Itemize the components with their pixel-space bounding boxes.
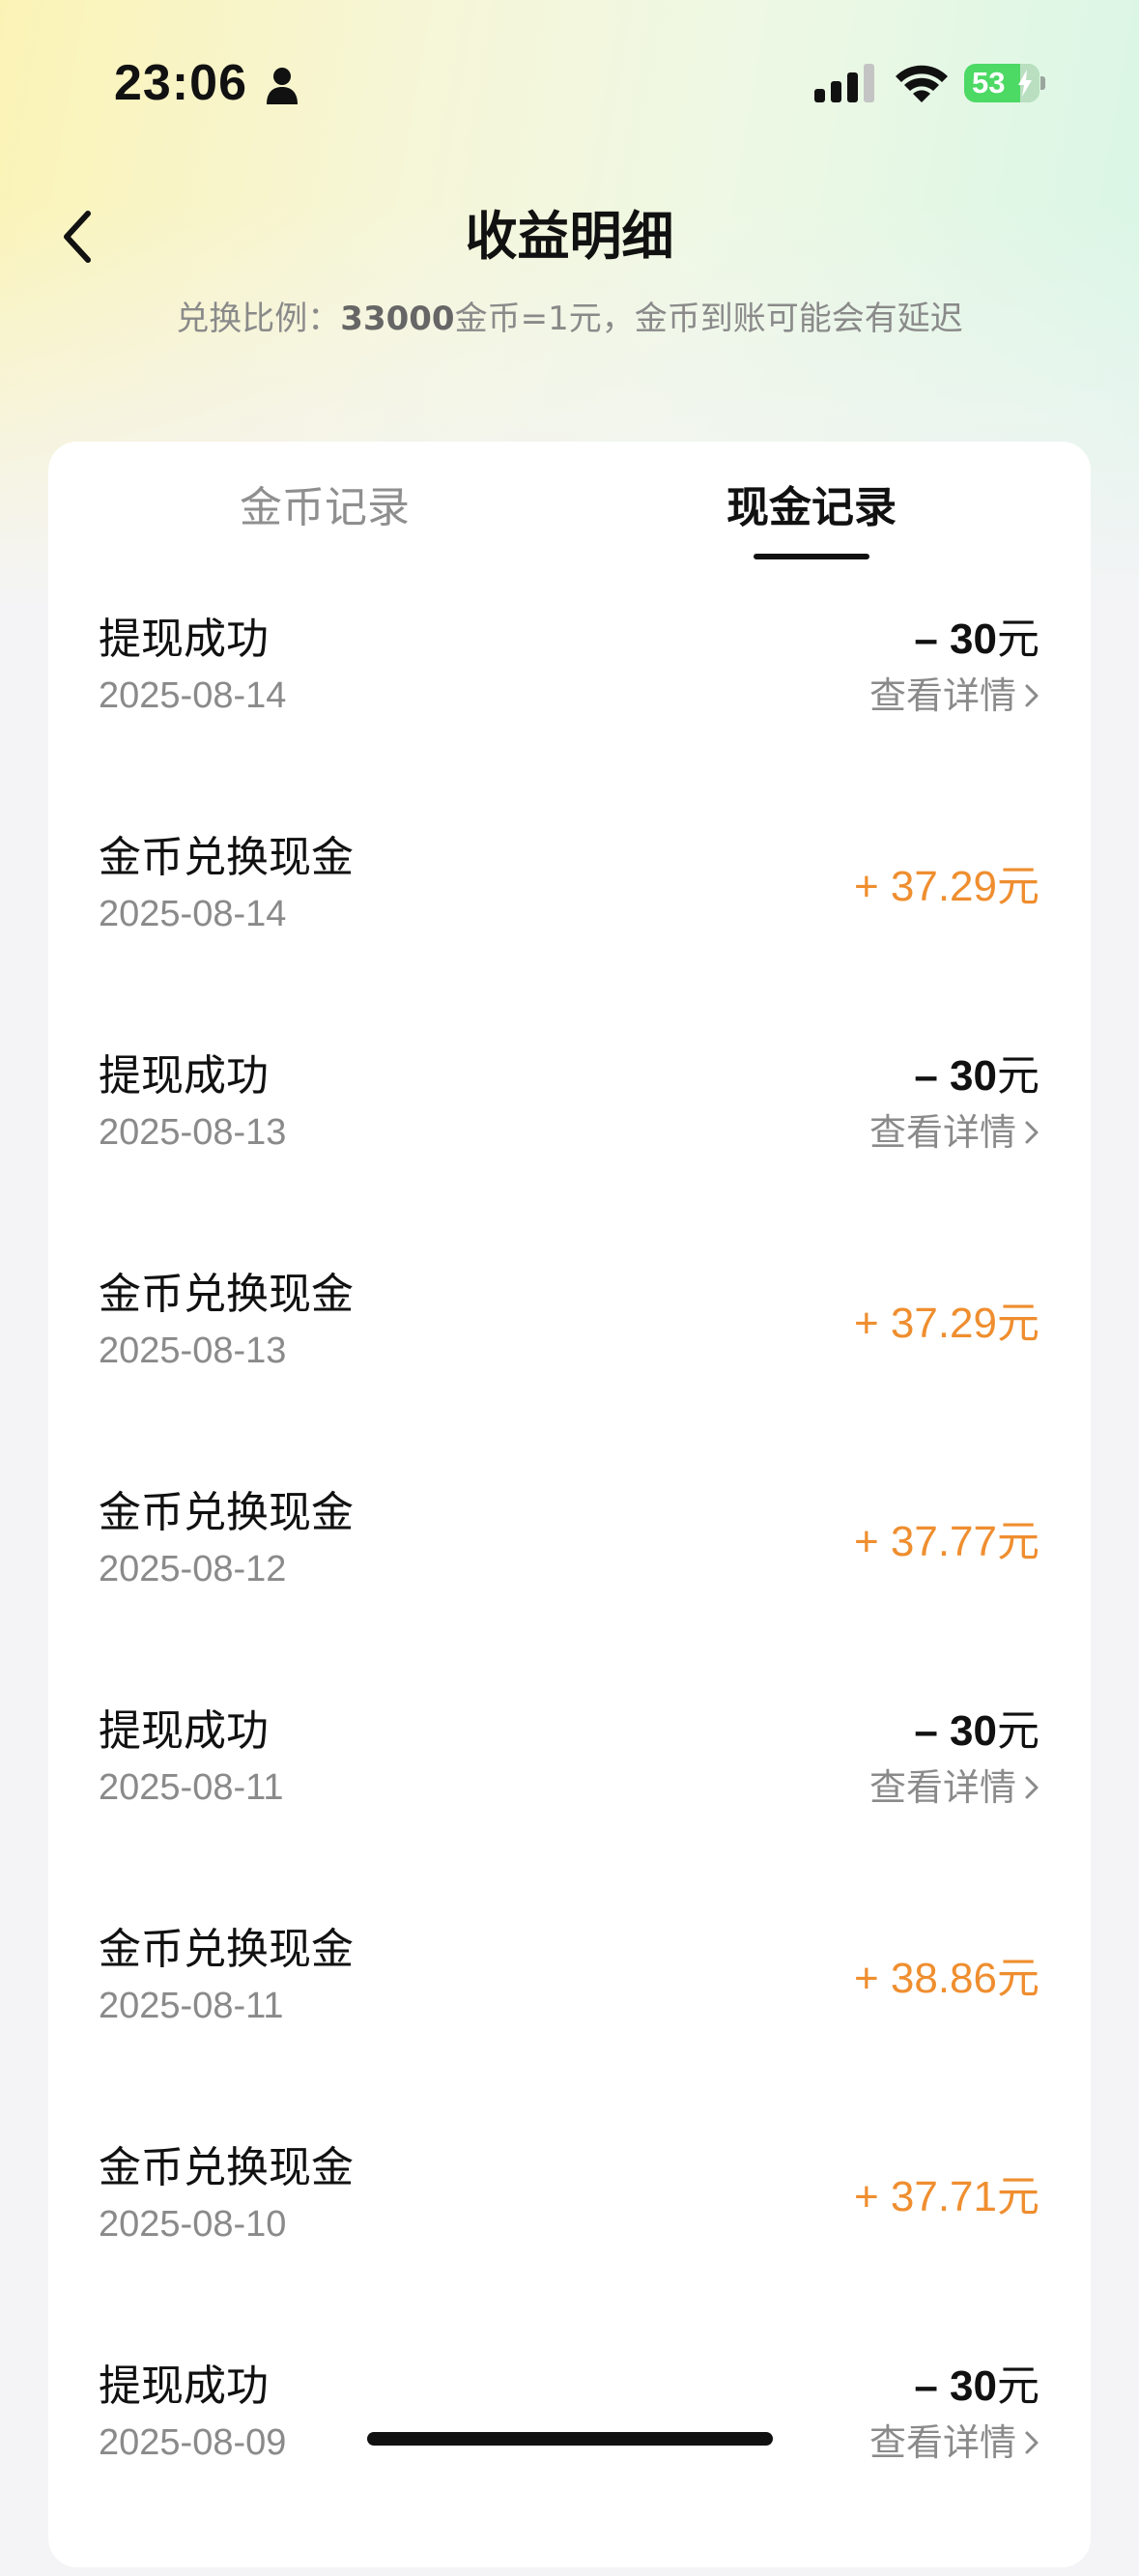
record-title: 金币兑换现金 bbox=[99, 1270, 354, 1319]
records-card: 金币记录 现金记录 提现成功 2025-08-14 – 30元 查看详情 金币兑… bbox=[48, 442, 1091, 2567]
record-date: 2025-08-13 bbox=[99, 1331, 287, 1371]
amount-value: + 38.86 bbox=[853, 1955, 997, 2002]
exchange-ratio-note: 兑换比例：33000金币=1元，金币到账可能会有延迟 bbox=[0, 294, 1139, 344]
amount-value: – 30 bbox=[914, 1707, 997, 1755]
record-amount: + 37.29元 bbox=[854, 858, 1039, 916]
tab-cash-records[interactable]: 现金记录 bbox=[667, 465, 956, 561]
record-row[interactable]: 金币兑换现金 2025-08-13 + 37.29元 bbox=[48, 1266, 1091, 1484]
record-row[interactable]: 金币兑换现金 2025-08-10 + 37.71元 bbox=[48, 2139, 1091, 2358]
record-title: 金币兑换现金 bbox=[99, 1488, 354, 1537]
record-amount: – 30元 bbox=[914, 611, 1039, 669]
record-date: 2025-08-14 bbox=[99, 894, 287, 934]
cellular-signal-icon bbox=[814, 64, 874, 102]
record-date: 2025-08-09 bbox=[99, 2422, 287, 2463]
amount-unit: 元 bbox=[997, 1051, 1039, 1101]
wifi-icon bbox=[896, 65, 948, 102]
record-title: 提现成功 bbox=[99, 2361, 269, 2411]
amount-value: + 37.29 bbox=[853, 1300, 997, 1347]
exchange-ratio-value: 33000 bbox=[340, 300, 455, 338]
record-title: 提现成功 bbox=[99, 1051, 269, 1101]
record-row[interactable]: 提现成功 2025-08-14 – 30元 查看详情 bbox=[48, 611, 1091, 829]
record-row[interactable]: 提现成功 2025-08-11 – 30元 查看详情 bbox=[48, 1703, 1091, 1921]
amount-value: + 37.77 bbox=[853, 1518, 997, 1565]
battery-charging-icon: 53 bbox=[964, 64, 1039, 102]
record-row[interactable]: 金币兑换现金 2025-08-11 + 38.86元 bbox=[48, 1921, 1091, 2139]
battery-level: 53 bbox=[972, 66, 1006, 100]
amount-unit: 元 bbox=[997, 1517, 1039, 1566]
amount-value: – 30 bbox=[914, 2362, 997, 2410]
record-date: 2025-08-13 bbox=[99, 1112, 287, 1153]
amount-unit: 元 bbox=[997, 1706, 1039, 1756]
amount-unit: 元 bbox=[997, 2172, 1039, 2221]
record-title: 提现成功 bbox=[99, 615, 269, 664]
record-amount: – 30元 bbox=[914, 1703, 1039, 1760]
view-detail-label: 查看详情 bbox=[868, 674, 1016, 717]
active-tab-indicator bbox=[754, 554, 869, 559]
person-icon bbox=[267, 68, 298, 104]
record-date: 2025-08-11 bbox=[99, 1986, 284, 2026]
amount-value: + 37.71 bbox=[853, 2173, 997, 2220]
view-detail-link[interactable]: 查看详情 bbox=[869, 671, 1039, 721]
status-bar: 23:06 53 bbox=[0, 0, 1139, 155]
view-detail-link[interactable]: 查看详情 bbox=[869, 2418, 1039, 2468]
amount-value: + 37.29 bbox=[853, 863, 997, 910]
view-detail-link[interactable]: 查看详情 bbox=[869, 1107, 1039, 1158]
amount-unit: 元 bbox=[997, 2361, 1039, 2411]
record-row[interactable]: 提现成功 2025-08-09 – 30元 查看详情 bbox=[48, 2358, 1091, 2576]
home-indicator[interactable] bbox=[367, 2432, 773, 2446]
record-title: 金币兑换现金 bbox=[99, 1925, 354, 1974]
record-row[interactable]: 金币兑换现金 2025-08-12 + 37.77元 bbox=[48, 1484, 1091, 1703]
amount-unit: 元 bbox=[997, 1299, 1039, 1348]
record-amount: + 37.29元 bbox=[854, 1295, 1039, 1353]
record-title: 金币兑换现金 bbox=[99, 2143, 354, 2192]
battery-cap bbox=[1040, 76, 1045, 90]
chevron-right-icon bbox=[1025, 1121, 1039, 1144]
amount-value: – 30 bbox=[914, 615, 997, 663]
record-title: 金币兑换现金 bbox=[99, 833, 354, 882]
amount-unit: 元 bbox=[997, 862, 1039, 911]
amount-unit: 元 bbox=[997, 1954, 1039, 2003]
amount-unit: 元 bbox=[997, 615, 1039, 664]
record-amount: + 37.71元 bbox=[854, 2168, 1039, 2226]
exchange-ratio-suffix: 金币=1元，金币到账可能会有延迟 bbox=[454, 300, 963, 338]
page-title: 收益明细 bbox=[465, 206, 674, 267]
view-detail-label: 查看详情 bbox=[868, 1766, 1016, 1809]
record-amount: – 30元 bbox=[914, 2358, 1039, 2416]
cash-record-list: 提现成功 2025-08-14 – 30元 查看详情 金币兑换现金 2025-0… bbox=[48, 611, 1091, 2576]
view-detail-link[interactable]: 查看详情 bbox=[869, 1762, 1039, 1813]
record-date: 2025-08-10 bbox=[99, 2204, 287, 2245]
chevron-right-icon bbox=[1025, 684, 1039, 707]
chevron-right-icon bbox=[1025, 2431, 1039, 2454]
record-title: 提现成功 bbox=[99, 1706, 269, 1756]
record-amount: – 30元 bbox=[914, 1047, 1039, 1105]
view-detail-label: 查看详情 bbox=[868, 1111, 1016, 1154]
record-amount: + 38.86元 bbox=[854, 1950, 1039, 2008]
bolt-icon bbox=[1018, 70, 1032, 97]
status-time: 23:06 bbox=[114, 55, 247, 111]
tab-gold-records[interactable]: 金币记录 bbox=[180, 465, 470, 561]
exchange-ratio-prefix: 兑换比例： bbox=[176, 300, 341, 338]
view-detail-label: 查看详情 bbox=[868, 2421, 1016, 2464]
record-date: 2025-08-11 bbox=[99, 1767, 284, 1808]
record-date: 2025-08-12 bbox=[99, 1549, 287, 1589]
record-date: 2025-08-14 bbox=[99, 675, 287, 716]
amount-value: – 30 bbox=[914, 1052, 997, 1100]
record-row[interactable]: 提现成功 2025-08-13 – 30元 查看详情 bbox=[48, 1047, 1091, 1266]
chevron-right-icon bbox=[1025, 1776, 1039, 1799]
record-amount: + 37.77元 bbox=[854, 1513, 1039, 1571]
record-row[interactable]: 金币兑换现金 2025-08-14 + 37.29元 bbox=[48, 829, 1091, 1047]
